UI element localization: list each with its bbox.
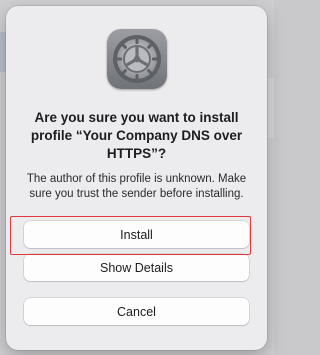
dialog-message: The author of this profile is unknown. M… bbox=[26, 173, 247, 200]
install-button[interactable]: Install bbox=[24, 221, 249, 248]
show-details-button[interactable]: Show Details bbox=[24, 254, 249, 281]
dialog-title: Are you sure you want to install profile… bbox=[30, 110, 243, 161]
cancel-button[interactable]: Cancel bbox=[24, 298, 249, 325]
system-preferences-gear-icon bbox=[107, 29, 167, 89]
background-window-edge-right bbox=[268, 78, 274, 138]
gear-icon bbox=[113, 35, 161, 83]
